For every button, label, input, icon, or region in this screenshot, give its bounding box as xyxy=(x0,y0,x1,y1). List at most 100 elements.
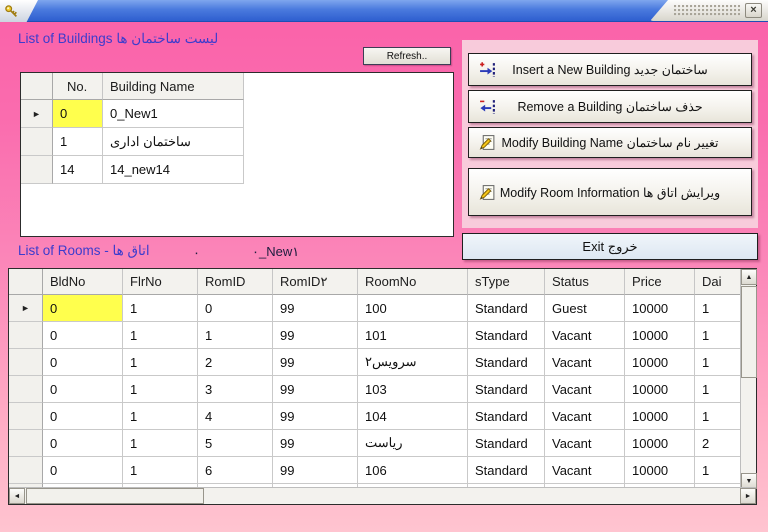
vertical-scroll-thumb[interactable] xyxy=(741,286,757,378)
room-cell[interactable]: 10000 xyxy=(625,322,695,349)
room-cell[interactable]: 99 xyxy=(273,322,358,349)
room-cell[interactable]: 100 xyxy=(358,295,468,322)
exit-button[interactable]: Exit خروج xyxy=(462,233,758,260)
room-cell[interactable]: Vacant xyxy=(545,376,625,403)
room-cell[interactable]: 2 xyxy=(695,430,740,457)
building-no-cell[interactable]: 14 xyxy=(53,156,103,184)
room-cell[interactable]: 0 xyxy=(43,403,123,430)
room-cell[interactable]: 99 xyxy=(273,457,358,484)
room-cell[interactable]: 1 xyxy=(123,403,198,430)
building-name-cell[interactable]: 0_New1 xyxy=(103,100,244,128)
room-cell[interactable]: 10000 xyxy=(625,457,695,484)
room-cell[interactable]: 0 xyxy=(43,430,123,457)
room-cell[interactable]: 1 xyxy=(123,376,198,403)
room-cell[interactable]: 10000 xyxy=(625,403,695,430)
room-cell[interactable]: 99 xyxy=(273,349,358,376)
room-cell[interactable]: 99 xyxy=(273,376,358,403)
row-header[interactable] xyxy=(21,128,53,156)
room-cell[interactable]: 1 xyxy=(695,457,740,484)
room-cell[interactable]: 0 xyxy=(43,322,123,349)
room-cell[interactable]: 6 xyxy=(198,457,273,484)
row-header[interactable] xyxy=(9,322,43,349)
room-cell[interactable]: 4 xyxy=(198,403,273,430)
room-cell[interactable]: 10000 xyxy=(625,349,695,376)
room-cell[interactable]: 0 xyxy=(198,295,273,322)
room-cell[interactable]: 103 xyxy=(358,376,468,403)
room-cell[interactable]: 0 xyxy=(43,349,123,376)
room-cell[interactable]: ریاست xyxy=(358,430,468,457)
refresh-button[interactable]: Refresh.. xyxy=(363,47,451,65)
room-cell[interactable]: Standard xyxy=(468,295,545,322)
column-header-romid۲[interactable]: RomID۲ xyxy=(273,269,358,295)
column-header-dai[interactable]: Dai xyxy=(695,269,740,295)
column-header-no[interactable]: No. xyxy=(53,73,103,100)
modify-room-information-button[interactable]: Modify Room Information ویرایش اتاق ها xyxy=(468,168,752,216)
room-cell[interactable]: سرویس۲ xyxy=(358,349,468,376)
room-cell[interactable]: 106 xyxy=(358,457,468,484)
row-header[interactable] xyxy=(9,403,43,430)
column-header-romid[interactable]: RomID xyxy=(198,269,273,295)
room-cell[interactable]: 1 xyxy=(123,430,198,457)
scroll-left-button[interactable]: ◄ xyxy=(9,488,25,504)
building-no-cell[interactable]: 1 xyxy=(53,128,103,156)
modify-building-name-button[interactable]: Modify Building Name تغییر نام ساختمان xyxy=(468,127,752,158)
room-cell[interactable]: 99 xyxy=(273,430,358,457)
room-cell[interactable]: Guest xyxy=(545,295,625,322)
row-header[interactable] xyxy=(9,457,43,484)
column-header-price[interactable]: Price xyxy=(625,269,695,295)
room-cell[interactable]: 1 xyxy=(695,295,740,322)
room-cell[interactable]: 5 xyxy=(198,430,273,457)
room-cell[interactable]: 0 xyxy=(43,376,123,403)
horizontal-scroll-thumb[interactable] xyxy=(26,488,204,504)
column-header-building-name[interactable]: Building Name xyxy=(103,73,244,100)
room-cell[interactable]: 1 xyxy=(695,349,740,376)
room-cell[interactable]: 1 xyxy=(123,457,198,484)
row-header[interactable] xyxy=(21,156,53,184)
scroll-right-button[interactable]: ► xyxy=(740,488,756,504)
room-cell[interactable]: Standard xyxy=(468,430,545,457)
column-header-roomno[interactable]: RoomNo xyxy=(358,269,468,295)
window-titlebar[interactable]: × xyxy=(0,0,768,22)
building-name-cell[interactable]: 14_new14 xyxy=(103,156,244,184)
room-cell[interactable]: 10000 xyxy=(625,376,695,403)
room-cell[interactable]: Standard xyxy=(468,403,545,430)
room-cell[interactable]: 1 xyxy=(198,322,273,349)
room-cell[interactable]: 1 xyxy=(695,376,740,403)
insert-building-button[interactable]: Insert a New Building ساختمان جدید xyxy=(468,53,752,86)
room-cell[interactable]: Vacant xyxy=(545,403,625,430)
room-cell[interactable]: Vacant xyxy=(545,322,625,349)
row-header[interactable] xyxy=(9,376,43,403)
horizontal-scrollbar[interactable]: ◄ ► xyxy=(9,487,756,504)
room-cell[interactable]: 1 xyxy=(123,295,198,322)
room-cell[interactable]: Standard xyxy=(468,349,545,376)
room-cell[interactable]: 0 xyxy=(43,457,123,484)
room-cell[interactable]: 3 xyxy=(198,376,273,403)
row-header[interactable] xyxy=(9,349,43,376)
room-cell[interactable]: 1 xyxy=(695,322,740,349)
column-header-stype[interactable]: sType xyxy=(468,269,545,295)
building-no-cell[interactable]: 0 xyxy=(53,100,103,128)
column-header-flrno[interactable]: FlrNo xyxy=(123,269,198,295)
room-cell[interactable]: 1 xyxy=(695,403,740,430)
room-cell[interactable]: 99 xyxy=(273,403,358,430)
room-cell[interactable]: Standard xyxy=(468,457,545,484)
room-cell[interactable]: 10000 xyxy=(625,295,695,322)
remove-building-button[interactable]: Remove a Building حذف ساختمان xyxy=(468,90,752,123)
room-cell[interactable]: 101 xyxy=(358,322,468,349)
column-header-status[interactable]: Status xyxy=(545,269,625,295)
building-name-cell[interactable]: ساختمان اداری xyxy=(103,128,244,156)
room-cell[interactable]: Vacant xyxy=(545,430,625,457)
column-header-bldno[interactable]: BldNo xyxy=(43,269,123,295)
close-button[interactable]: × xyxy=(745,3,762,18)
room-cell[interactable]: 104 xyxy=(358,403,468,430)
room-cell[interactable]: 1 xyxy=(123,349,198,376)
row-header[interactable]: ► xyxy=(21,100,53,128)
room-cell[interactable]: Standard xyxy=(468,322,545,349)
row-header[interactable] xyxy=(9,430,43,457)
room-cell[interactable]: 0 xyxy=(43,295,123,322)
room-cell[interactable]: Standard xyxy=(468,376,545,403)
row-header[interactable]: ► xyxy=(9,295,43,322)
room-cell[interactable]: Vacant xyxy=(545,349,625,376)
room-cell[interactable]: 99 xyxy=(273,295,358,322)
room-cell[interactable]: 2 xyxy=(198,349,273,376)
